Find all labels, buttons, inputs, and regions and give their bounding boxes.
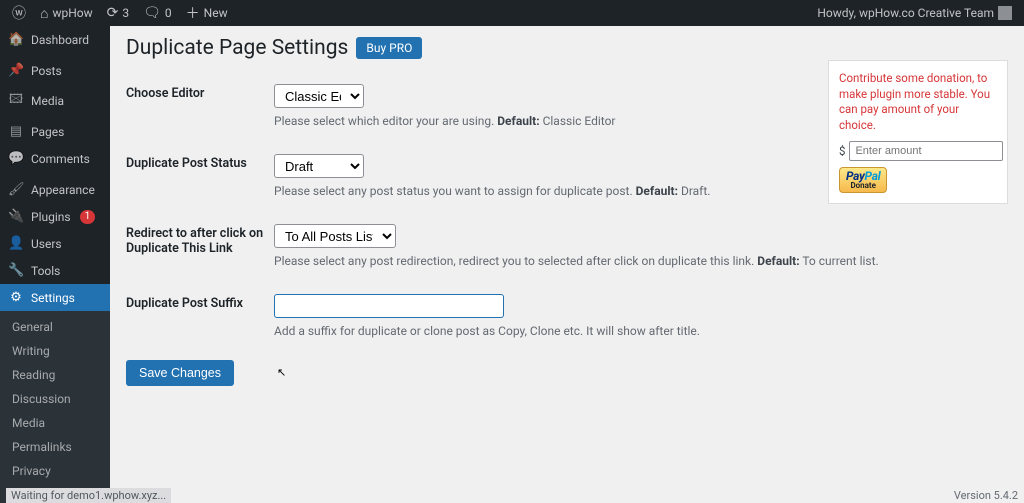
media-icon: 🖾 [8, 90, 24, 112]
paypal-donate-button[interactable]: PayPal Donate [839, 167, 887, 193]
redirect-select[interactable]: To All Posts List [274, 224, 396, 248]
sidebar-item-label: Tools [31, 264, 60, 278]
comment-icon: 🗨 [143, 5, 161, 21]
sidebar-item-label: Users [31, 237, 62, 251]
submenu-item-permalinks[interactable]: Permalinks [0, 435, 110, 459]
sidebar-item-users[interactable]: 👤 Users [0, 230, 110, 257]
redirect-label: Redirect to after click on Duplicate Thi… [126, 214, 274, 284]
site-name-item[interactable]: ⌂ wpHow [34, 0, 99, 26]
paypal-donate-label: Donate [846, 182, 880, 192]
comments-icon: 💬 [8, 151, 24, 166]
posts-icon: 📌 [8, 63, 24, 78]
status-select[interactable]: Draft [274, 154, 364, 178]
submenu-item-media[interactable]: Media [0, 411, 110, 435]
comments-count: 0 [165, 6, 172, 20]
new-label: New [204, 6, 228, 20]
pages-icon: ▤ [8, 124, 24, 139]
comments-item[interactable]: 🗨0 [137, 0, 178, 26]
redirect-desc: Please select any post redirection, redi… [274, 254, 879, 268]
settings-icon: ⚙ [8, 290, 24, 305]
wordpress-icon: ⓦ [12, 3, 26, 23]
dashboard-icon: 🏠 [8, 32, 24, 47]
submenu-item-privacy[interactable]: Privacy [0, 459, 110, 483]
appearance-icon: 🖌 [8, 182, 24, 197]
sidebar-item-settings[interactable]: ⚙ Settings [0, 284, 110, 311]
currency-label: $ [839, 144, 845, 158]
avatar-icon [998, 6, 1012, 20]
sidebar-item-label: Plugins [31, 210, 71, 224]
sidebar-item-label: Dashboard [31, 33, 89, 47]
save-button[interactable]: Save Changes [126, 360, 234, 386]
plus-icon: ＋ [186, 3, 200, 23]
update-badge: 1 [80, 210, 96, 224]
editor-desc: Please select which editor your are usin… [274, 114, 879, 128]
howdy-item[interactable]: Howdy, wpHow.co Creative Team [811, 0, 1018, 26]
sidebar-item-label: Comments [31, 152, 90, 166]
sidebar-item-label: Settings [31, 291, 75, 305]
sidebar-item-comments[interactable]: 💬 Comments [0, 145, 110, 172]
submenu-item-writing[interactable]: Writing [0, 339, 110, 363]
status-label: Duplicate Post Status [126, 144, 274, 214]
wp-logo[interactable]: ⓦ [6, 0, 32, 26]
home-icon: ⌂ [40, 5, 48, 22]
page-title-row: Duplicate Page Settings Buy PRO [126, 36, 1008, 60]
plugins-icon: 🔌 [8, 209, 24, 224]
page-title: Duplicate Page Settings [126, 36, 348, 60]
submenu-item-reading[interactable]: Reading [0, 363, 110, 387]
users-icon: 👤 [8, 236, 24, 251]
suffix-desc: Add a suffix for duplicate or clone post… [274, 324, 879, 338]
editor-select[interactable]: Classic Editor [274, 84, 364, 108]
sidebar-item-posts[interactable]: 📌 Posts [0, 57, 110, 84]
status-desc: Please select any post status you want t… [274, 184, 879, 198]
updates-item[interactable]: ⟳3 [101, 0, 135, 26]
howdy-label: Howdy, wpHow.co Creative Team [817, 6, 994, 20]
admin-sidebar: 🏠 Dashboard 📌 Posts 🖾 Media ▤ Pages 💬 Comments 🖌 Ap… [0, 26, 110, 503]
admin-bar: ⓦ ⌂wpHow ⟳3 🗨0 ＋New Howdy, wpHow.co Crea… [0, 0, 1024, 26]
donation-box: Contribute some donation, to make plugin… [828, 60, 1008, 204]
sidebar-item-label: Pages [31, 125, 64, 139]
settings-form: Choose Editor Classic Editor Please sele… [126, 74, 879, 354]
sidebar-item-label: Media [31, 94, 64, 108]
browser-status: Waiting for demo1.wphow.xyz... [6, 488, 171, 503]
sidebar-item-plugins[interactable]: 🔌 Plugins 1 [0, 203, 110, 230]
submenu-item-discussion[interactable]: Discussion [0, 387, 110, 411]
sidebar-item-appearance[interactable]: 🖌 Appearance [0, 176, 110, 203]
refresh-icon: ⟳ [107, 5, 119, 21]
tools-icon: 🔧 [8, 263, 24, 278]
submenu-item-general[interactable]: General [0, 315, 110, 339]
site-name-label: wpHow [52, 6, 92, 20]
wp-version: Version 5.4.2 [954, 489, 1018, 502]
settings-submenu: GeneralWritingReadingDiscussionMediaPerm… [0, 311, 110, 503]
updates-count: 3 [122, 6, 129, 20]
buy-pro-button[interactable]: Buy PRO [356, 37, 422, 59]
suffix-input[interactable] [274, 294, 504, 318]
donation-text: Contribute some donation, to make plugin… [839, 71, 997, 133]
sidebar-item-media[interactable]: 🖾 Media [0, 84, 110, 118]
suffix-label: Duplicate Post Suffix [126, 284, 274, 354]
sidebar-item-dashboard[interactable]: 🏠 Dashboard [0, 26, 110, 53]
admin-bar-right: Howdy, wpHow.co Creative Team [811, 0, 1018, 26]
footer: Waiting for demo1.wphow.xyz... Version 5… [0, 487, 1024, 503]
admin-bar-left: ⓦ ⌂wpHow ⟳3 🗨0 ＋New [6, 0, 234, 26]
donation-amount-row: $ [839, 141, 997, 161]
sidebar-item-label: Posts [31, 64, 62, 78]
sidebar-item-pages[interactable]: ▤ Pages [0, 118, 110, 145]
new-item[interactable]: ＋ New [180, 0, 234, 26]
editor-label: Choose Editor [126, 74, 274, 144]
sidebar-item-tools[interactable]: 🔧 Tools [0, 257, 110, 284]
sidebar-item-label: Appearance [31, 183, 95, 197]
donation-amount-input[interactable] [849, 141, 1003, 161]
